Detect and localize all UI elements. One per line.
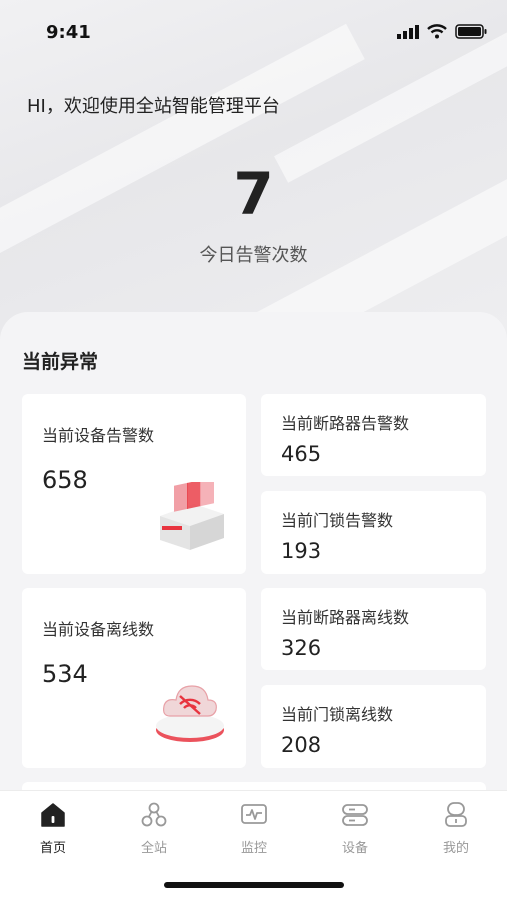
card-value: 534: [42, 660, 88, 688]
tab-mine[interactable]: 我的: [416, 801, 496, 856]
device-icon: [342, 804, 368, 826]
home-icon: [41, 803, 65, 827]
tab-label: 设备: [341, 841, 368, 856]
anomaly-panel: 当前异常 当前设备告警数 658 当前断路器告警数 465 当前门锁告警数 19…: [0, 312, 507, 792]
card-label: 当前断路器告警数: [281, 414, 410, 433]
device-alarm-icon: [160, 482, 224, 550]
breaker-alarm-card[interactable]: 当前断路器告警数 465: [261, 394, 486, 476]
card-value: 658: [42, 466, 88, 494]
lock-offline-card[interactable]: 当前门锁离线数 208: [261, 685, 486, 768]
signal-icon: [397, 24, 419, 39]
tab-home[interactable]: 首页: [13, 801, 93, 856]
tab-label: 监控: [240, 841, 267, 856]
network-icon: [141, 802, 167, 827]
monitor-icon: [241, 804, 267, 824]
card-label: 当前断路器离线数: [281, 608, 410, 627]
wifi-icon: [427, 24, 447, 39]
today-alarm-label: 今日告警次数: [199, 245, 308, 266]
card-label: 当前门锁告警数: [281, 511, 394, 530]
tab-monitor[interactable]: 监控: [214, 801, 294, 856]
device-alarm-card[interactable]: 当前设备告警数 658: [22, 394, 246, 574]
battery-icon: [455, 24, 487, 39]
tab-label: 首页: [39, 841, 66, 856]
breaker-offline-card[interactable]: 当前断路器离线数 326: [261, 588, 486, 670]
tab-label: 全站: [140, 841, 167, 856]
section-title: 当前异常: [22, 351, 99, 373]
tab-device[interactable]: 设备: [315, 801, 395, 856]
card-value: 193: [281, 539, 322, 563]
tab-station[interactable]: 全站: [114, 801, 194, 856]
card-label: 当前门锁离线数: [281, 705, 394, 724]
tab-label: 我的: [442, 841, 469, 856]
card-value: 208: [281, 733, 322, 757]
card-label: 当前设备告警数: [42, 426, 155, 445]
today-alarm-count: 7: [233, 160, 274, 228]
user-icon: [445, 802, 467, 827]
lock-alarm-card[interactable]: 当前门锁告警数 193: [261, 491, 486, 574]
status-time: 9:41: [46, 22, 91, 43]
card-value: 465: [281, 442, 322, 466]
status-bar: 9:41: [0, 0, 507, 64]
card-label: 当前设备离线数: [42, 620, 155, 639]
device-offline-card[interactable]: 当前设备离线数 534: [22, 588, 246, 768]
status-icons: [397, 24, 487, 39]
card-value: 326: [281, 636, 322, 660]
device-offline-icon: [156, 685, 224, 742]
home-indicator: [164, 882, 344, 888]
greeting-text: HI，欢迎使用全站智能管理平台: [27, 96, 280, 117]
